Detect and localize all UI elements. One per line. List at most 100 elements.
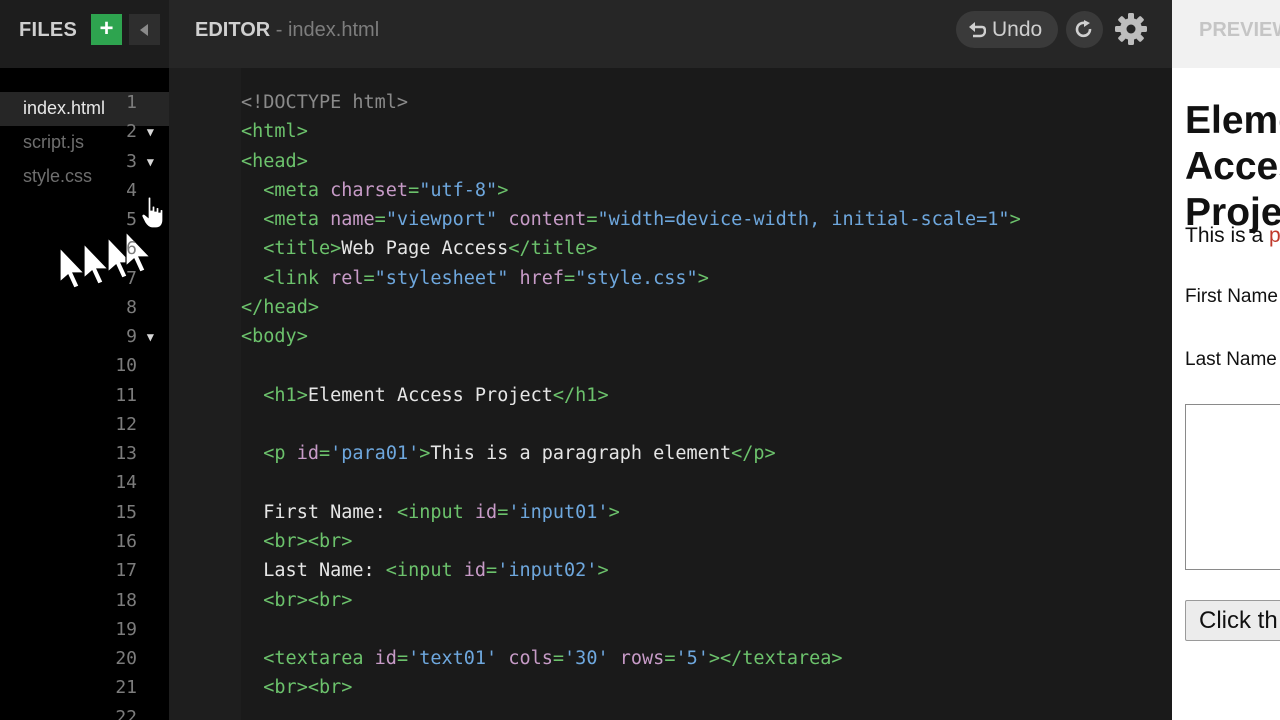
code-token: = — [318, 443, 331, 465]
line-number-text: 22 — [115, 706, 137, 720]
preview-title: PREVIEW — [1199, 19, 1280, 41]
preview-textarea[interactable] — [1185, 404, 1280, 570]
code-token: <title> — [263, 238, 342, 260]
code-line: <p id='para01'>This is a paragraph eleme… — [241, 439, 1021, 468]
preview-panel: PREVIEW Element Access Project This is a… — [1172, 0, 1280, 720]
code-token: <input — [396, 501, 475, 523]
hand-pointer-icon — [141, 196, 164, 229]
line-number-text: 3 — [126, 150, 137, 172]
code-token: Web Page Access — [341, 238, 509, 260]
code-token: id — [296, 443, 319, 465]
code-token: </head> — [241, 296, 319, 318]
code-token: <br><br> — [263, 677, 353, 699]
editor-panel: EDITOR - index.html Undo 1 2 ▼ 3 ▼ 4 5 6… — [115, 0, 1172, 720]
code-token: content — [508, 209, 587, 231]
code-token: First Name: — [241, 501, 397, 523]
line-number-text: 15 — [115, 501, 137, 523]
preview-first-name-label: First Name — [1185, 286, 1278, 307]
preview-heading: Element Access Project — [1185, 99, 1280, 234]
line-number-text: 10 — [115, 355, 137, 377]
code-token: "utf-8" — [419, 179, 498, 201]
code-line: <br><br> — [241, 673, 1021, 702]
file-item[interactable]: style.css — [0, 160, 169, 194]
files-panel: FILES + index.html script.js style.css — [0, 0, 169, 720]
preview-click-button[interactable]: Click th — [1185, 600, 1280, 641]
code-token: <link — [263, 267, 331, 289]
line-number-text: 18 — [115, 589, 137, 611]
editor-filename: - index.html — [275, 19, 380, 41]
editor-title: EDITOR - index.html — [195, 19, 379, 42]
code-token: <p — [263, 443, 297, 465]
undo-button[interactable]: Undo — [956, 11, 1058, 48]
line-number-text: 9 — [126, 326, 137, 348]
preview-paragraph: This is a p — [1185, 224, 1280, 248]
code-line: <br><br> — [241, 527, 1021, 556]
code-token: name — [330, 209, 375, 231]
code-token: 'input02' — [497, 560, 598, 582]
code-line: <textarea id='text01' cols='30' rows='5'… — [241, 644, 1021, 673]
code-token: <head> — [241, 150, 308, 172]
line-number-text: 7 — [126, 267, 137, 289]
code-token: "width=device-width, initial-scale=1" — [597, 209, 1010, 231]
code-token: = — [408, 179, 420, 201]
line-number-text: 12 — [115, 413, 137, 435]
fold-arrow-icon[interactable]: ▼ — [147, 148, 154, 177]
code-editor[interactable]: <!DOCTYPE html> <html> <head> <meta charse… — [241, 68, 1172, 720]
fold-arrow-icon[interactable]: ▼ — [147, 323, 154, 352]
code-line: <h1>Element Access Project</h1> — [241, 381, 1021, 410]
line-number-text: 19 — [115, 618, 137, 640]
code-token: 'input01' — [508, 501, 609, 523]
code-line: <title>Web Page Access</title> — [241, 234, 1021, 263]
file-item[interactable]: index.html — [0, 92, 169, 126]
code-token: id — [463, 560, 487, 582]
code-token: = — [552, 648, 565, 670]
code-line: <link rel="stylesheet" href="style.css"> — [241, 264, 1021, 293]
files-header: FILES + — [0, 0, 169, 68]
undo-label: Undo — [992, 18, 1043, 41]
file-item[interactable]: script.js — [0, 126, 169, 160]
caret-left-icon — [140, 24, 148, 36]
line-number-text: 5 — [126, 209, 137, 231]
code-token: Last Name: — [241, 560, 386, 582]
line-number-text: 8 — [126, 296, 137, 318]
code-token: charset — [330, 179, 409, 201]
line-number-text: 4 — [126, 179, 137, 201]
line-number-text: 16 — [115, 530, 137, 552]
code-token: > — [1009, 209, 1021, 231]
code-token: <input — [385, 560, 464, 582]
line-number-text: 17 — [115, 560, 137, 582]
code-token: = — [564, 267, 576, 289]
cursor-trail-icon — [59, 230, 152, 289]
editor-header: EDITOR - index.html Undo — [169, 0, 1172, 68]
fold-arrow-icon[interactable]: ▼ — [147, 118, 154, 147]
code-token: = — [486, 560, 498, 582]
code-token: <meta — [263, 179, 331, 201]
code-token: '30' — [564, 648, 609, 670]
code-token: This is a paragraph element — [430, 443, 732, 465]
code-token: ></textarea> — [708, 648, 843, 670]
code-token: <br><br> — [263, 589, 353, 611]
redo-button[interactable] — [1066, 11, 1103, 48]
undo-icon — [969, 22, 986, 38]
code-line: <meta charset="utf-8"> — [241, 176, 1021, 205]
code-token: href — [519, 267, 565, 289]
line-number-text: 1 — [126, 92, 137, 113]
code-token: rows — [619, 648, 665, 670]
files-title: FILES — [19, 19, 78, 41]
collapse-files-button[interactable] — [129, 14, 160, 45]
add-file-button[interactable]: + — [91, 14, 122, 45]
code-line: <head> — [241, 147, 1021, 176]
code-lines: <!DOCTYPE html> <html> <head> <meta charse… — [241, 88, 1021, 720]
gear-icon[interactable] — [1115, 13, 1147, 45]
editor-label: EDITOR — [195, 19, 271, 41]
redo-icon — [1075, 20, 1092, 38]
